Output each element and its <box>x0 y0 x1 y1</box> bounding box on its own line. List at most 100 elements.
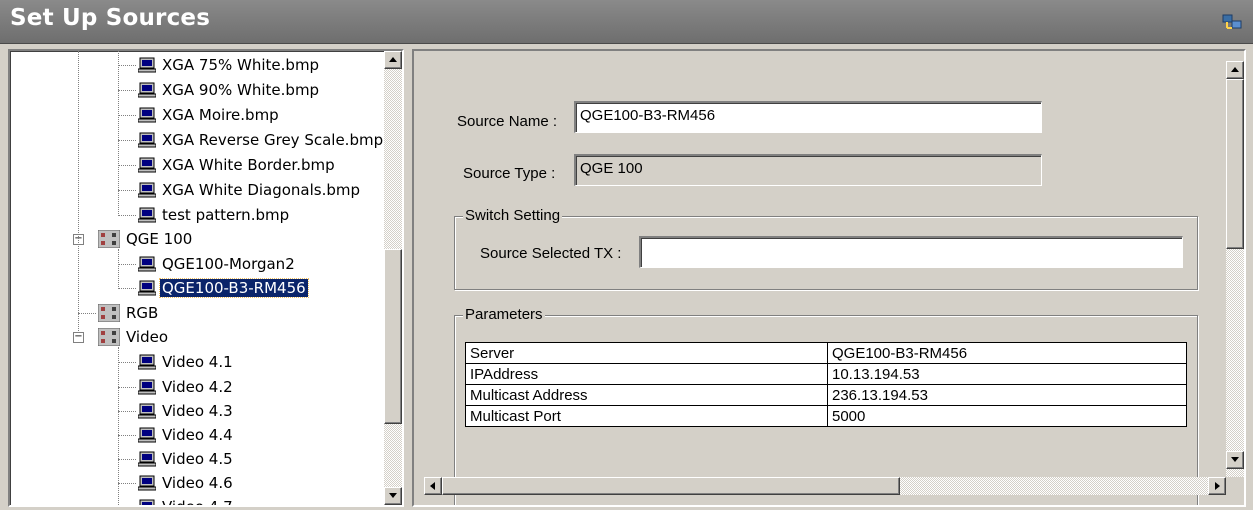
param-value[interactable]: 236.13.194.53 <box>827 384 1187 406</box>
arrow-up-icon <box>389 57 397 62</box>
scroll-left-button[interactable] <box>424 477 442 495</box>
tree-item[interactable]: Video 4.7 <box>138 496 235 507</box>
computer-icon <box>138 403 156 419</box>
tree-item[interactable]: test pattern.bmp <box>138 204 291 226</box>
source-name-label: Source Name : <box>457 113 558 130</box>
collapse-toggle[interactable]: − <box>73 332 84 343</box>
tree-group-label: Video <box>126 328 169 346</box>
tree-group[interactable]: Video <box>98 326 170 348</box>
computer-icon <box>138 182 156 198</box>
tree-connector <box>118 362 136 363</box>
tree-connector <box>118 90 136 91</box>
network-icon[interactable] <box>1221 12 1243 32</box>
tree-item[interactable]: XGA Reverse Grey Scale.bmp <box>138 129 385 151</box>
tree-connector <box>118 115 136 116</box>
arrow-down-icon <box>389 493 397 498</box>
scroll-up-button[interactable] <box>384 51 402 69</box>
tree-item[interactable]: Video 4.4 <box>138 424 235 446</box>
tree-item-label: Video 4.2 <box>162 378 233 396</box>
tree-group[interactable]: QGE 100 <box>98 228 194 250</box>
tree-connector <box>118 51 119 216</box>
tree-connector <box>118 165 136 166</box>
tree-item-label: XGA Reverse Grey Scale.bmp <box>162 131 384 149</box>
parameters-table[interactable]: Server QGE100-B3-RM456 IPAddress 10.13.1… <box>465 342 1187 427</box>
tree-item[interactable]: Video 4.5 <box>138 448 235 470</box>
table-row[interactable]: Multicast Port 5000 <box>465 405 1187 427</box>
computer-icon <box>138 451 156 467</box>
tree-item-label: XGA 90% White.bmp <box>162 81 320 99</box>
tree-item-selected[interactable]: QGE100-B3-RM456 <box>138 277 309 299</box>
tree-group[interactable]: RGB <box>98 302 160 324</box>
tree-item[interactable]: QGE100-Morgan2 <box>138 253 297 275</box>
arrow-left-icon <box>430 482 435 490</box>
title-bar: Set Up Sources <box>0 0 1253 44</box>
param-value[interactable]: 5000 <box>827 405 1187 427</box>
tree-item-label: XGA Moire.bmp <box>162 106 279 124</box>
details-vertical-scrollbar[interactable] <box>1226 61 1244 485</box>
table-row[interactable]: Multicast Address 236.13.194.53 <box>465 384 1187 406</box>
tree-connector <box>118 288 136 289</box>
tree-item[interactable]: Video 4.2 <box>138 376 235 398</box>
param-name: Server <box>465 342 828 364</box>
table-row[interactable]: IPAddress 10.13.194.53 <box>465 363 1187 385</box>
scroll-up-button[interactable] <box>1226 61 1244 79</box>
scroll-thumb[interactable] <box>442 477 900 495</box>
tree-item[interactable]: XGA 75% White.bmp <box>138 54 321 76</box>
details-horizontal-scrollbar[interactable] <box>424 477 1226 495</box>
tree-group-label: QGE 100 <box>126 230 193 248</box>
tree-item-label: Video 4.7 <box>162 498 233 507</box>
tree-connector <box>118 411 136 412</box>
source-details-panel: Source Name : QGE100-B3-RM456 Source Typ… <box>412 49 1246 507</box>
parameters-legend: Parameters <box>463 306 545 323</box>
source-group-icon <box>98 304 120 322</box>
computer-icon <box>138 107 156 123</box>
tree-item[interactable]: XGA Moire.bmp <box>138 104 281 126</box>
tree-item-label: XGA 75% White.bmp <box>162 56 320 74</box>
tree-item[interactable]: Video 4.1 <box>138 351 235 373</box>
source-name-field[interactable]: QGE100-B3-RM456 <box>574 101 1042 133</box>
computer-icon <box>138 132 156 148</box>
arrow-up-icon <box>1231 67 1239 72</box>
scroll-thumb[interactable] <box>384 249 402 424</box>
source-tree[interactable]: XGA 75% White.bmp XGA 90% White.bmp XGA … <box>8 49 404 507</box>
computer-icon <box>138 256 156 272</box>
tree-item[interactable]: XGA White Border.bmp <box>138 154 337 176</box>
tree-connector <box>118 483 136 484</box>
computer-icon <box>138 354 156 370</box>
tree-item[interactable]: Video 4.3 <box>138 400 235 422</box>
scroll-thumb[interactable] <box>1226 79 1244 249</box>
computer-icon <box>138 280 156 296</box>
tree-item[interactable]: XGA White Diagonals.bmp <box>138 179 362 201</box>
source-selected-tx-field[interactable] <box>639 236 1183 268</box>
tree-vertical-scrollbar[interactable] <box>384 51 402 505</box>
tree-item[interactable]: Video 4.6 <box>138 472 235 494</box>
source-selected-tx-label: Source Selected TX : <box>480 245 622 262</box>
computer-icon <box>138 379 156 395</box>
tree-connector <box>118 215 136 216</box>
computer-icon <box>138 427 156 443</box>
tree-item-label: XGA White Diagonals.bmp <box>162 181 361 199</box>
source-type-label: Source Type : <box>463 165 556 182</box>
tree-item-label: Video 4.6 <box>162 474 233 492</box>
tree-item-label: Video 4.4 <box>162 426 233 444</box>
computer-icon <box>138 57 156 73</box>
tree-item-label: Video 4.5 <box>162 450 233 468</box>
switch-setting-legend: Switch Setting <box>463 207 563 224</box>
tree-connector <box>118 264 136 265</box>
tree-connector <box>118 249 119 289</box>
scroll-down-button[interactable] <box>1226 451 1244 469</box>
tree-connector <box>78 51 79 333</box>
param-value[interactable]: QGE100-B3-RM456 <box>827 342 1187 364</box>
table-row[interactable]: Server QGE100-B3-RM456 <box>465 342 1187 364</box>
tree-item-label: QGE100-B3-RM456 <box>159 278 309 298</box>
param-value[interactable]: 10.13.194.53 <box>827 363 1187 385</box>
tree-item-label: Video 4.3 <box>162 402 233 420</box>
tree-connector <box>118 140 136 141</box>
scroll-down-button[interactable] <box>384 487 402 505</box>
param-name: IPAddress <box>465 363 828 385</box>
scroll-right-button[interactable] <box>1208 477 1226 495</box>
tree-group-label: RGB <box>126 304 159 322</box>
tree-connector <box>78 313 96 314</box>
switch-setting-group: Switch Setting Source Selected TX : <box>454 207 1198 290</box>
tree-item[interactable]: XGA 90% White.bmp <box>138 79 321 101</box>
